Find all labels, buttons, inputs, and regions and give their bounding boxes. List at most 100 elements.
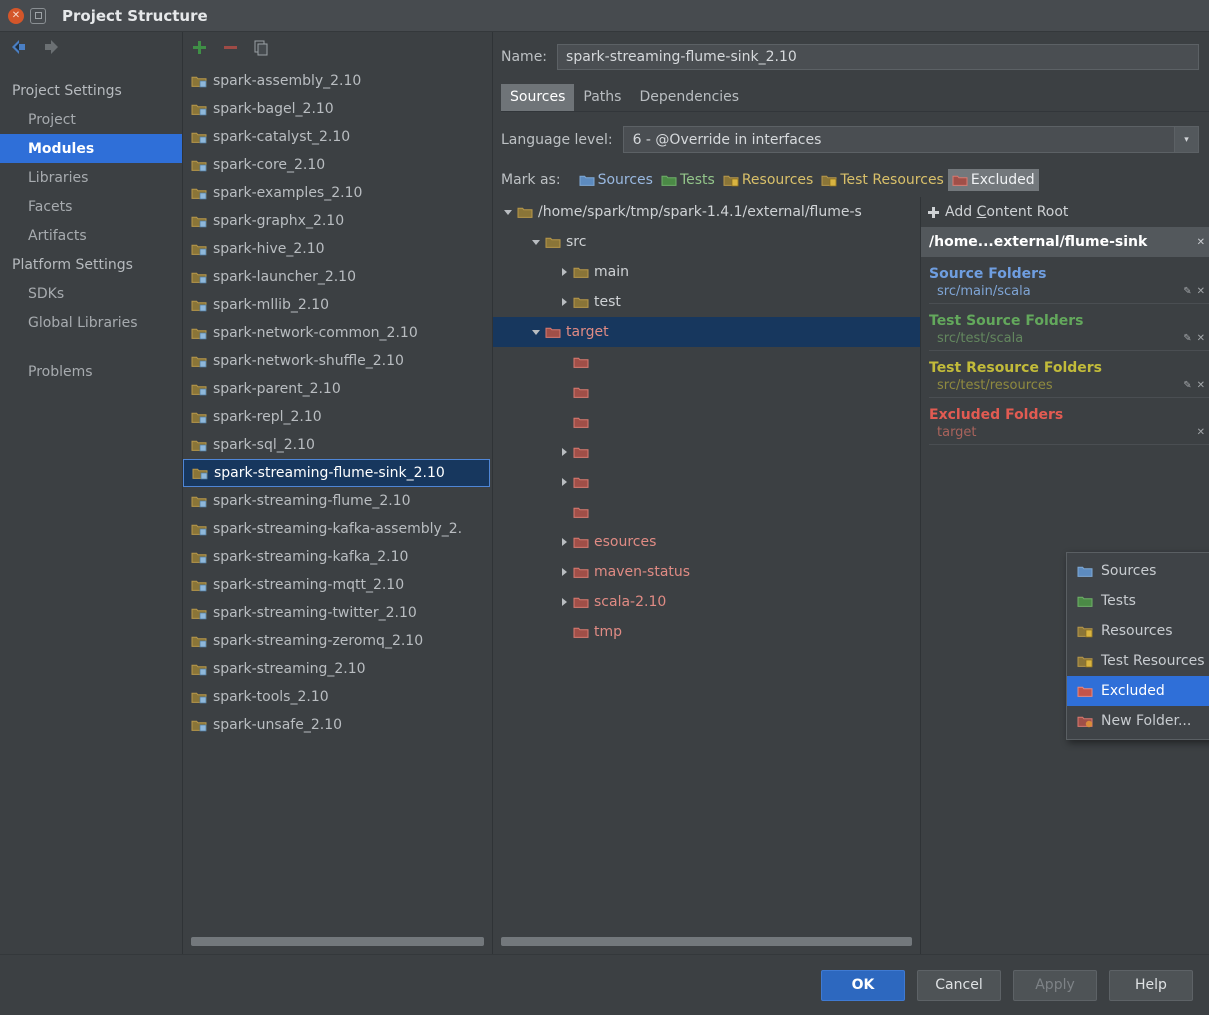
cancel-button[interactable]: Cancel bbox=[917, 970, 1001, 1001]
folder-entry-row[interactable]: target✕ bbox=[929, 423, 1209, 445]
tree-row[interactable]: tmp bbox=[493, 617, 920, 647]
plus-icon[interactable] bbox=[191, 39, 208, 56]
module-row[interactable]: spark-streaming-zeromq_2.10 bbox=[183, 627, 492, 655]
tree-row[interactable]: main bbox=[493, 257, 920, 287]
module-row[interactable]: spark-bagel_2.10 bbox=[183, 95, 492, 123]
mark-as-resources-button[interactable]: Resources bbox=[719, 169, 818, 191]
module-row[interactable]: spark-network-common_2.10 bbox=[183, 319, 492, 347]
module-row[interactable]: spark-graphx_2.10 bbox=[183, 207, 492, 235]
chevron-right-icon[interactable] bbox=[555, 447, 573, 457]
module-row[interactable]: spark-core_2.10 bbox=[183, 151, 492, 179]
copy-icon[interactable] bbox=[253, 39, 270, 56]
sidebar-item-project[interactable]: Project bbox=[0, 105, 182, 134]
add-content-root-button[interactable]: Add Content Root bbox=[921, 197, 1209, 227]
tree-row-hidden[interactable] bbox=[493, 407, 920, 437]
chevron-down-icon[interactable] bbox=[527, 237, 545, 247]
chevron-right-icon[interactable] bbox=[555, 567, 573, 577]
tree-hscrollbar[interactable] bbox=[499, 935, 914, 948]
module-row[interactable]: spark-streaming-kafka_2.10 bbox=[183, 543, 492, 571]
module-row[interactable]: spark-streaming-mqtt_2.10 bbox=[183, 571, 492, 599]
module-row[interactable]: spark-repl_2.10 bbox=[183, 403, 492, 431]
tree-row[interactable]: maven-status bbox=[493, 557, 920, 587]
sidebar-item-problems[interactable]: Problems bbox=[0, 357, 182, 386]
edit-icon[interactable]: ✎ bbox=[1183, 286, 1191, 297]
language-level-select[interactable]: 6 - @Override in interfaces ▾ bbox=[623, 126, 1199, 153]
module-row[interactable]: spark-launcher_2.10 bbox=[183, 263, 492, 291]
tree-row-hidden[interactable] bbox=[493, 377, 920, 407]
tree-row[interactable]: src bbox=[493, 227, 920, 257]
tree-row[interactable]: scala-2.10 bbox=[493, 587, 920, 617]
sidebar-item-global-libraries[interactable]: Global Libraries bbox=[0, 308, 182, 337]
module-row[interactable]: spark-streaming-flume_2.10 bbox=[183, 487, 492, 515]
minus-icon[interactable] bbox=[222, 39, 239, 56]
close-icon[interactable]: ✕ bbox=[1197, 286, 1205, 297]
module-row[interactable]: spark-catalyst_2.10 bbox=[183, 123, 492, 151]
module-row[interactable]: spark-assembly_2.10 bbox=[183, 67, 492, 95]
close-icon[interactable]: ✕ bbox=[1197, 333, 1205, 344]
context-menu-item-tests[interactable]: TestsAlt+T bbox=[1067, 586, 1209, 616]
chevron-right-icon[interactable] bbox=[555, 267, 573, 277]
module-row[interactable]: spark-streaming-twitter_2.10 bbox=[183, 599, 492, 627]
chevron-down-icon[interactable] bbox=[527, 327, 545, 337]
maximize-icon[interactable] bbox=[30, 8, 46, 24]
module-row[interactable]: spark-examples_2.10 bbox=[183, 179, 492, 207]
help-button[interactable]: Help bbox=[1109, 970, 1193, 1001]
module-row[interactable]: spark-unsafe_2.10 bbox=[183, 711, 492, 739]
module-row[interactable]: spark-mllib_2.10 bbox=[183, 291, 492, 319]
folder-entry-row[interactable]: src/test/resources✎✕ bbox=[929, 376, 1209, 398]
edit-icon[interactable]: ✎ bbox=[1183, 333, 1191, 344]
module-row[interactable]: spark-network-shuffle_2.10 bbox=[183, 347, 492, 375]
tab-sources[interactable]: Sources bbox=[501, 84, 574, 111]
tree-row-hidden[interactable] bbox=[493, 497, 920, 527]
mark-as-context-menu[interactable]: SourcesAlt+STestsAlt+TResourcesTest Reso… bbox=[1066, 552, 1209, 740]
context-menu-item-excluded[interactable]: ExcludedAlt+E bbox=[1067, 676, 1209, 706]
chevron-right-icon[interactable] bbox=[555, 297, 573, 307]
mark-as-sources-button[interactable]: Sources bbox=[575, 169, 657, 191]
chevron-right-icon[interactable] bbox=[555, 597, 573, 607]
module-row[interactable]: spark-streaming-kafka-assembly_2. bbox=[183, 515, 492, 543]
folder-entry-row[interactable]: src/main/scala✎✕ bbox=[929, 282, 1209, 304]
context-menu-item-sources[interactable]: SourcesAlt+S bbox=[1067, 556, 1209, 586]
context-menu-item-resources[interactable]: Resources bbox=[1067, 616, 1209, 646]
close-icon[interactable]: ✕ bbox=[1197, 237, 1205, 248]
module-row[interactable]: spark-parent_2.10 bbox=[183, 375, 492, 403]
tree-row[interactable]: target bbox=[493, 317, 920, 347]
content-tree[interactable]: /home/spark/tmp/spark-1.4.1/external/flu… bbox=[493, 197, 920, 935]
chevron-down-icon[interactable] bbox=[499, 207, 517, 217]
module-row[interactable]: spark-streaming_2.10 bbox=[183, 655, 492, 683]
context-menu-item-newfolder[interactable]: New Folder... bbox=[1067, 706, 1209, 736]
sidebar-item-libraries[interactable]: Libraries bbox=[0, 163, 182, 192]
mark-as-testres-button[interactable]: Test Resources bbox=[817, 169, 948, 191]
sidebar-item-artifacts[interactable]: Artifacts bbox=[0, 221, 182, 250]
ok-button[interactable]: OK bbox=[821, 970, 905, 1001]
module-row[interactable]: spark-hive_2.10 bbox=[183, 235, 492, 263]
tree-row[interactable]: test bbox=[493, 287, 920, 317]
chevron-right-icon[interactable] bbox=[555, 477, 573, 487]
tree-row-hidden[interactable] bbox=[493, 467, 920, 497]
module-name-input[interactable] bbox=[557, 44, 1199, 70]
context-menu-item-testres[interactable]: Test Resources bbox=[1067, 646, 1209, 676]
modules-hscrollbar[interactable] bbox=[189, 935, 486, 948]
tree-row-hidden[interactable] bbox=[493, 347, 920, 377]
tree-row-hidden[interactable] bbox=[493, 437, 920, 467]
tab-dependencies[interactable]: Dependencies bbox=[630, 84, 748, 111]
close-icon[interactable]: ✕ bbox=[8, 8, 24, 24]
sidebar-item-facets[interactable]: Facets bbox=[0, 192, 182, 221]
close-icon[interactable]: ✕ bbox=[1197, 380, 1205, 391]
folder-entry-row[interactable]: src/test/scala✎✕ bbox=[929, 329, 1209, 351]
modules-list[interactable]: spark-assembly_2.10spark-bagel_2.10spark… bbox=[183, 62, 492, 935]
module-row[interactable]: spark-sql_2.10 bbox=[183, 431, 492, 459]
mark-as-tests-button[interactable]: Tests bbox=[657, 169, 719, 191]
chevron-right-icon[interactable] bbox=[555, 537, 573, 547]
edit-icon[interactable]: ✎ bbox=[1183, 380, 1191, 391]
tree-row[interactable]: /home/spark/tmp/spark-1.4.1/external/flu… bbox=[493, 197, 920, 227]
tree-row[interactable]: esources bbox=[493, 527, 920, 557]
sidebar-item-modules[interactable]: Modules bbox=[0, 134, 182, 163]
close-icon[interactable]: ✕ bbox=[1197, 427, 1205, 438]
sidebar-item-sdks[interactable]: SDKs bbox=[0, 279, 182, 308]
mark-as-excluded-button[interactable]: Excluded bbox=[948, 169, 1039, 191]
chevron-down-icon[interactable]: ▾ bbox=[1174, 127, 1198, 152]
tab-paths[interactable]: Paths bbox=[574, 84, 630, 111]
module-row[interactable]: spark-tools_2.10 bbox=[183, 683, 492, 711]
module-row-selected[interactable]: spark-streaming-flume-sink_2.10 bbox=[183, 459, 490, 487]
